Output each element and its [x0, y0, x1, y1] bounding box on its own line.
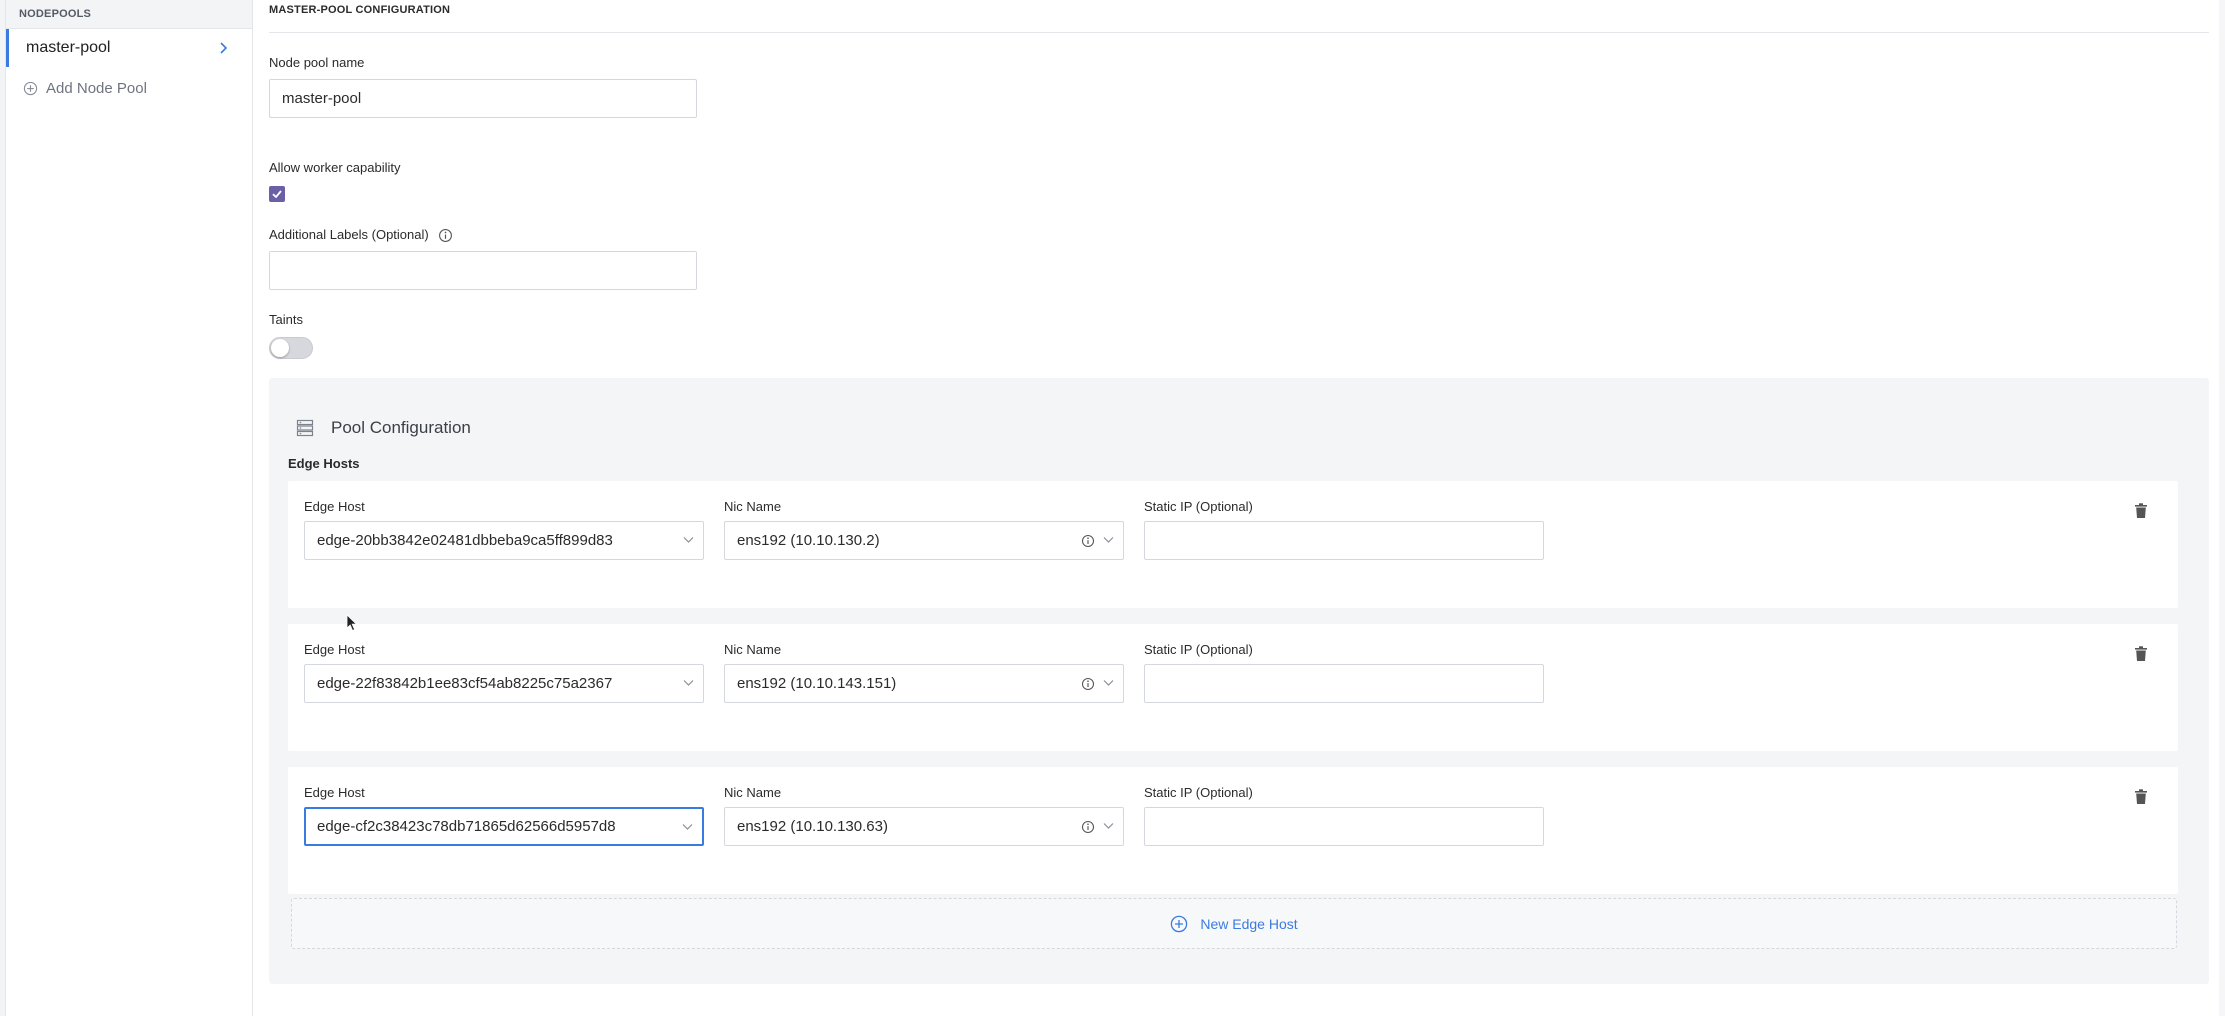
edge-host-row: Edge Host edge-22f83842b1ee83cf54ab8225c… [288, 624, 2178, 751]
edge-host-label: Edge Host [304, 642, 365, 657]
new-edge-host-label: New Edge Host [1200, 915, 1298, 932]
edge-host-value: edge-cf2c38423c78db71865d62566d5957d8 [317, 818, 616, 835]
chevron-down-icon [682, 824, 693, 830]
mouse-cursor-icon [346, 614, 358, 632]
sidebar-item-master-pool[interactable]: master-pool [6, 29, 252, 67]
trash-icon[interactable] [2134, 503, 2148, 519]
nic-name-select[interactable]: ens192 (10.10.130.63) [724, 807, 1124, 846]
main-content: MASTER-POOL CONFIGURATION Node pool name… [253, 0, 2225, 1016]
static-ip-input[interactable] [1144, 521, 1544, 560]
edge-host-select[interactable]: edge-22f83842b1ee83cf54ab8225c75a2367 [304, 664, 704, 703]
static-ip-label: Static IP (Optional) [1144, 642, 1253, 657]
edge-host-value: edge-20bb3842e02481dbbeba9ca5ff899d83 [317, 532, 613, 549]
static-ip-input[interactable] [1144, 664, 1544, 703]
edge-host-select[interactable]: edge-cf2c38423c78db71865d62566d5957d8 [304, 807, 704, 846]
static-ip-label: Static IP (Optional) [1144, 499, 1253, 514]
info-icon[interactable] [1081, 534, 1095, 548]
chevron-down-icon [1103, 680, 1114, 686]
chevron-right-icon [220, 42, 228, 54]
nodepools-sidebar: NODEPOOLS master-pool Add Node Pool [6, 0, 253, 1016]
chevron-down-icon [1103, 537, 1114, 543]
title-divider [269, 32, 2209, 33]
info-icon[interactable] [1081, 820, 1095, 834]
nic-name-value: ens192 (10.10.143.151) [737, 675, 897, 692]
plus-circle-icon [1171, 915, 1188, 932]
add-node-pool-label: Add Node Pool [46, 79, 147, 97]
nic-name-label: Nic Name [724, 499, 782, 514]
pool-configuration-panel: Pool Configuration Edge Hosts Edge Host … [269, 378, 2209, 984]
static-ip-label: Static IP (Optional) [1144, 785, 1253, 800]
server-icon [296, 419, 314, 437]
plus-circle-icon [23, 81, 38, 95]
additional-labels-input[interactable] [269, 251, 697, 290]
nic-name-select[interactable]: ens192 (10.10.143.151) [724, 664, 1124, 703]
edge-host-value: edge-22f83842b1ee83cf54ab8225c75a2367 [317, 675, 613, 692]
node-pool-name-input[interactable]: master-pool [269, 79, 697, 118]
nic-name-label: Nic Name [724, 642, 782, 657]
additional-labels-text: Additional Labels (Optional) [269, 227, 429, 242]
edge-host-row: Edge Host edge-20bb3842e02481dbbeba9ca5f… [288, 481, 2178, 608]
nic-name-value: ens192 (10.10.130.2) [737, 532, 880, 549]
edge-host-select[interactable]: edge-20bb3842e02481dbbeba9ca5ff899d83 [304, 521, 704, 560]
trash-icon[interactable] [2134, 646, 2148, 662]
section-title: MASTER-POOL CONFIGURATION [269, 4, 451, 16]
edge-host-label: Edge Host [304, 499, 365, 514]
checkmark-icon [272, 190, 282, 199]
edge-host-row: Edge Host edge-cf2c38423c78db71865d62566… [288, 767, 2178, 894]
chevron-down-icon [683, 680, 694, 686]
worker-capability-label: Allow worker capability [269, 160, 401, 175]
info-icon[interactable] [438, 228, 453, 243]
static-ip-input[interactable] [1144, 807, 1544, 846]
nic-name-label: Nic Name [724, 785, 782, 800]
toggle-knob [271, 339, 289, 357]
taints-toggle[interactable] [269, 337, 313, 359]
info-icon[interactable] [1081, 677, 1095, 691]
new-edge-host-button[interactable]: New Edge Host [291, 898, 2177, 949]
trash-icon[interactable] [2134, 789, 2148, 805]
chevron-down-icon [1103, 823, 1114, 829]
add-node-pool-button[interactable]: Add Node Pool [6, 72, 252, 104]
sidebar-header: NODEPOOLS [6, 0, 252, 29]
additional-labels-label: Additional Labels (Optional) [269, 227, 453, 243]
edge-hosts-label: Edge Hosts [288, 456, 360, 471]
sidebar-item-label: master-pool [26, 39, 111, 56]
edge-host-label: Edge Host [304, 785, 365, 800]
nic-name-value: ens192 (10.10.130.63) [737, 818, 888, 835]
taints-label: Taints [269, 312, 303, 327]
nic-name-select[interactable]: ens192 (10.10.130.2) [724, 521, 1124, 560]
chevron-down-icon [683, 537, 694, 543]
worker-capability-checkbox[interactable] [269, 186, 285, 202]
node-pool-name-label: Node pool name [269, 55, 365, 70]
scrollbar-track[interactable] [2219, 0, 2225, 1016]
pool-configuration-title: Pool Configuration [331, 418, 471, 437]
